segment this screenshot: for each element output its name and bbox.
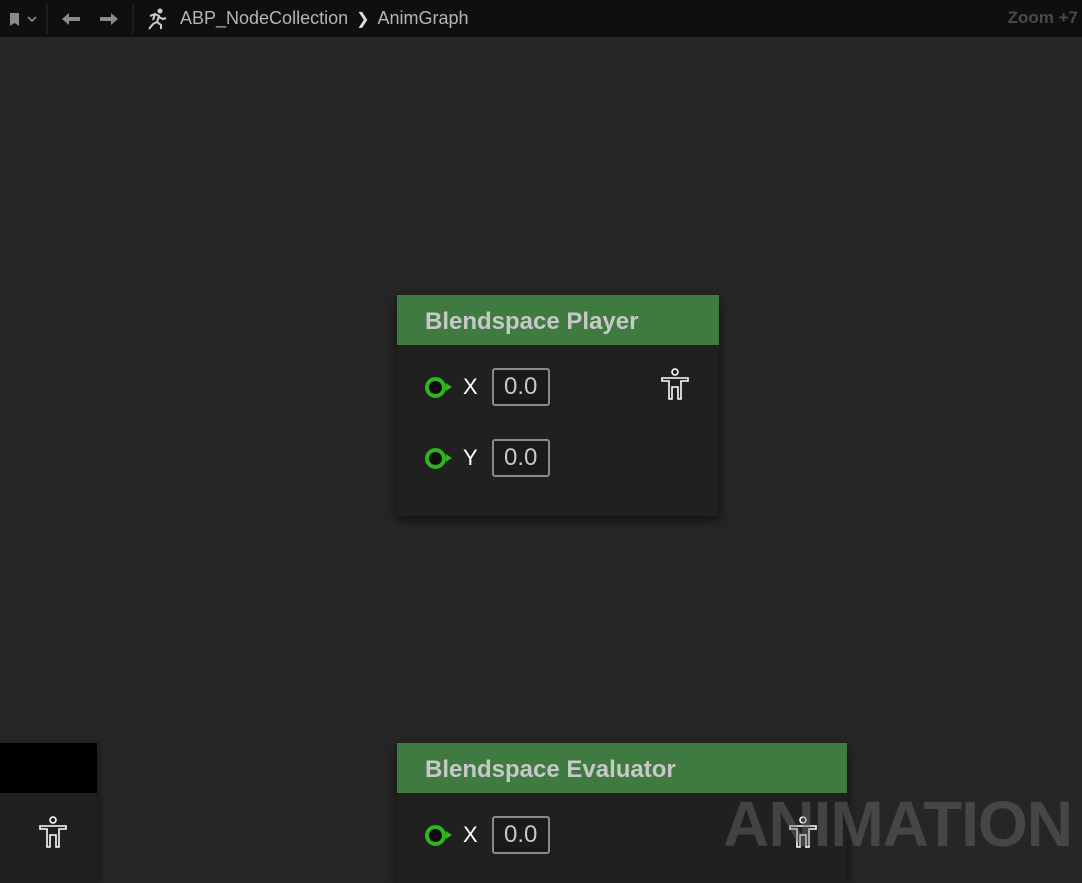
breadcrumb-graph[interactable]: AnimGraph [378,8,469,29]
pose-output-icon[interactable] [38,815,68,849]
partial-node[interactable] [0,743,97,883]
forward-button[interactable] [94,12,124,26]
pin-label: X [463,374,478,399]
blendspace-player-node[interactable]: Blendspace Player X 0.0 Y 0.0 [397,295,719,516]
graph-toolbar: ABP_NodeCollection ❯ AnimGraph Zoom +7 [0,0,1082,37]
pin-row-x: X 0.0 [425,816,550,854]
node-header [0,743,97,793]
zoom-level: Zoom +7 [1007,8,1078,27]
float-pin-icon[interactable] [425,377,453,398]
node-title: Blendspace Player [397,295,719,345]
pin-label: X [463,822,478,847]
divider [46,3,48,34]
divider [132,3,134,34]
breadcrumb-separator-icon: ❯ [356,10,370,28]
pin-row-y: Y 0.0 [425,439,550,477]
float-pin-icon[interactable] [425,448,453,469]
arrow-right-icon [100,12,118,25]
node-title: Blendspace Evaluator [397,743,847,793]
pin-row-x: X 0.0 [425,368,550,406]
breadcrumb-asset[interactable]: ABP_NodeCollection [180,8,348,29]
bookmark-dropdown-button[interactable] [8,11,38,27]
y-value-input[interactable]: 0.0 [491,439,550,477]
pose-output-icon[interactable] [660,367,690,401]
bookmark-icon [10,12,37,26]
x-value-input[interactable]: 0.0 [491,816,550,854]
back-button[interactable] [56,12,86,26]
arrow-left-icon [62,12,80,25]
running-man-icon [142,8,170,30]
x-value-input[interactable]: 0.0 [491,368,550,406]
float-pin-icon[interactable] [425,825,453,846]
pin-label: Y [463,445,478,470]
graph-type-watermark: ANIMATION [723,788,1073,860]
